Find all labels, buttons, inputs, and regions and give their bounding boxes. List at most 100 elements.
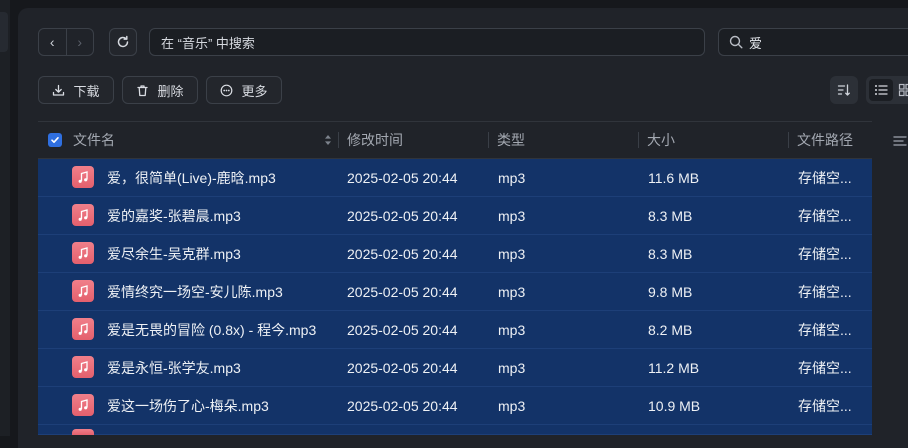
file-type: mp3 [498,397,526,414]
left-sidebar-edge [0,0,10,436]
forward-button[interactable]: › [67,29,94,55]
file-path: 存储空... [798,207,852,224]
chevron-left-icon: ‹ [49,34,55,50]
sort-arrows-icon [325,135,331,145]
file-name: 爱，很简单(Live)-鹿晗.mp3 [107,169,276,186]
column-header-size[interactable]: 大小 [647,122,675,158]
table-row[interactable]: 爱是无畏的冒险 (0.8x) - 程今.mp3 2025-02-05 20:44… [38,311,872,349]
file-modified: 2025-02-05 20:44 [347,207,458,224]
column-header-name[interactable]: 文件名 [73,122,115,158]
file-name: 爱是永恒-张学友.mp3 [107,359,241,376]
column-divider[interactable] [488,132,489,148]
path-search-scope[interactable]: 在 “音乐” 中搜索 [149,28,705,56]
file-type: mp3 [498,207,526,224]
file-type: mp3 [498,169,526,186]
file-size: 11.2 MB [648,359,700,376]
more-button[interactable]: 更多 [206,76,282,104]
music-note-icon [72,166,94,188]
select-all-checkbox[interactable] [48,122,62,158]
music-note-icon [72,394,94,416]
column-name-label: 文件名 [73,132,115,148]
download-icon [53,84,65,96]
column-divider[interactable] [638,132,639,148]
column-settings-button[interactable] [892,134,908,153]
file-modified: 2025-02-05 20:44 [347,245,458,262]
table-row-partial[interactable] [38,425,872,435]
file-size: 8.2 MB [648,321,693,338]
file-path: 存储空... [798,169,852,186]
table-row[interactable]: 爱是永恒-张学友.mp3 2025-02-05 20:44 mp3 11.2 M… [38,349,872,387]
download-label: 下载 [73,83,100,99]
column-header-path[interactable]: 文件路径 [797,122,853,158]
check-icon [51,137,59,143]
file-size: 8.3 MB [648,245,693,262]
view-toggle [866,76,908,104]
column-divider[interactable] [788,132,789,148]
music-note-icon [72,204,94,226]
search-icon [729,35,743,49]
file-type: mp3 [498,283,526,300]
music-note-icon [72,280,94,302]
file-modified: 2025-02-05 20:44 [347,283,458,300]
file-name: 爱情终究一场空-安儿陈.mp3 [107,283,283,300]
music-note-icon [72,318,94,340]
table-row[interactable]: 爱这一场伤了心-梅朵.mp3 2025-02-05 20:44 mp3 10.9… [38,387,872,425]
column-modified-label: 修改时间 [347,132,403,148]
file-type: mp3 [498,359,526,376]
download-button[interactable]: 下载 [38,76,114,104]
file-path: 存储空... [798,245,852,262]
table-row[interactable]: 爱的嘉奖-张碧晨.mp3 2025-02-05 20:44 mp3 8.3 MB… [38,197,872,235]
sort-button[interactable] [830,76,858,104]
table-header: 文件名 修改时间 类型 大小 文件路径 [38,121,872,159]
file-name: 爱的嘉奖-张碧晨.mp3 [107,207,241,224]
column-header-type[interactable]: 类型 [497,122,525,158]
column-size-label: 大小 [647,132,675,148]
table-row[interactable]: 爱尽余生-吴克群.mp3 2025-02-05 20:44 mp3 8.3 MB… [38,235,872,273]
back-button[interactable]: ‹ [39,29,67,55]
grid-view-icon [898,83,908,97]
file-size: 8.3 MB [648,207,693,224]
search-box[interactable] [718,28,908,56]
trash-icon [137,84,149,96]
sidebar-tab [0,12,8,52]
file-name: 爱这一场伤了心-梅朵.mp3 [107,397,269,414]
music-note-icon [72,429,94,435]
file-type: mp3 [498,321,526,338]
file-path: 存储空... [798,321,852,338]
refresh-icon [117,35,129,48]
nav-buttons: ‹ › [38,28,94,56]
column-divider[interactable] [338,132,339,148]
file-modified: 2025-02-05 20:44 [347,359,458,376]
table-row[interactable]: 爱情终究一场空-安儿陈.mp3 2025-02-05 20:44 mp3 9.8… [38,273,872,311]
file-name: 爱是无畏的冒险 (0.8x) - 程今.mp3 [107,321,317,338]
list-view-icon [875,85,888,95]
table-row[interactable]: 爱，很简单(Live)-鹿晗.mp3 2025-02-05 20:44 mp3 … [38,159,872,197]
file-size: 9.8 MB [648,283,693,300]
sort-toggle[interactable] [324,122,332,158]
file-path: 存储空... [798,397,852,414]
refresh-button[interactable] [109,28,137,56]
search-scope-label: 在 “音乐” 中搜索 [161,35,255,51]
more-label: 更多 [241,83,268,99]
file-modified: 2025-02-05 20:44 [347,397,458,414]
file-name: 爱尽余生-吴克群.mp3 [107,245,241,262]
delete-button[interactable]: 删除 [122,76,198,104]
file-size: 10.9 MB [648,397,701,414]
search-input[interactable] [749,34,899,50]
file-type: mp3 [498,245,526,262]
column-path-label: 文件路径 [797,132,853,148]
sort-icon [837,84,850,96]
music-note-icon [72,242,94,264]
music-note-icon [72,356,94,378]
column-header-modified[interactable]: 修改时间 [347,122,403,158]
list-view-button[interactable] [869,79,893,101]
file-modified: 2025-02-05 20:44 [347,169,458,186]
file-browser-panel: ‹ › 在 “音乐” 中搜索 下载 删除 更多 文件名 [18,8,908,448]
file-path: 存储空... [798,283,852,300]
grid-view-button[interactable] [893,79,908,101]
delete-label: 删除 [157,83,184,99]
more-icon [221,84,233,96]
file-list: 爱，很简单(Live)-鹿晗.mp3 2025-02-05 20:44 mp3 … [38,159,872,435]
file-path: 存储空... [798,359,852,376]
file-size: 11.6 MB [648,169,700,186]
